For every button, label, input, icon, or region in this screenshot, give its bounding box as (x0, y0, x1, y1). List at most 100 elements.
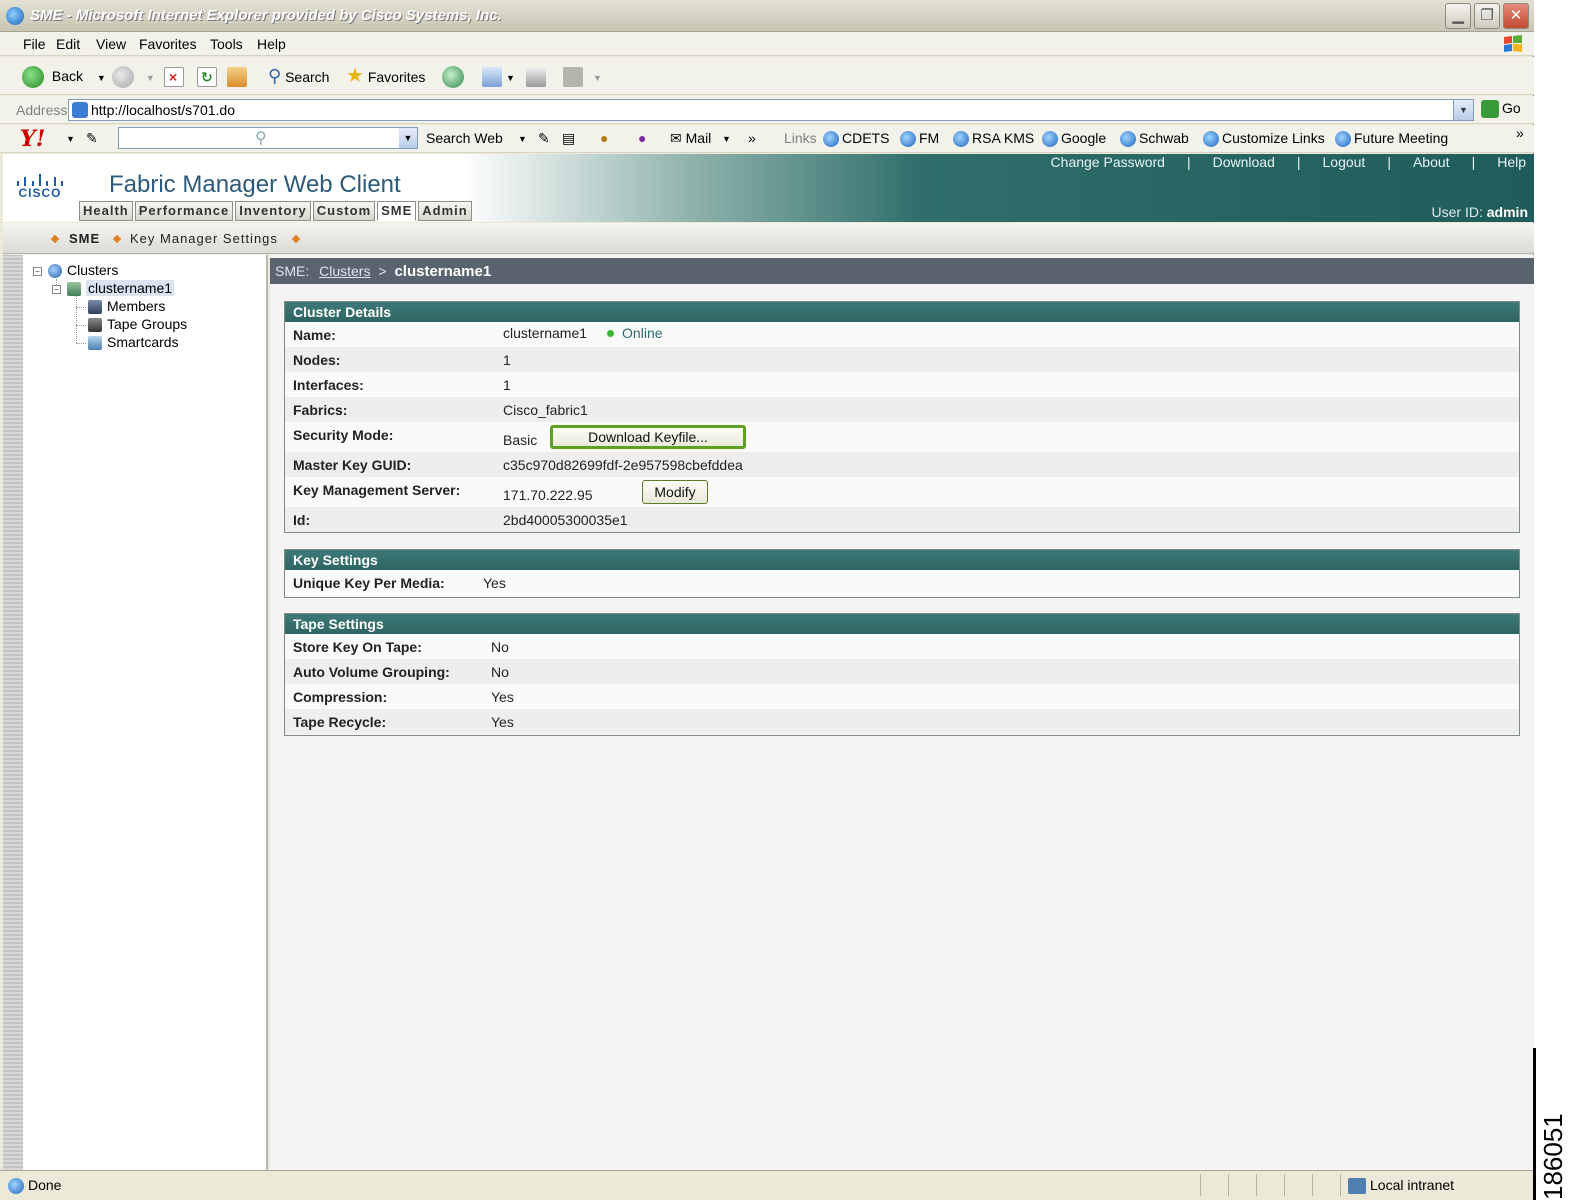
go-button[interactable]: Go (1481, 100, 1521, 119)
download-link[interactable]: Download (1213, 154, 1275, 170)
tree-connector (76, 325, 86, 326)
tab-health[interactable]: Health (79, 201, 133, 221)
menu-view[interactable]: View (96, 36, 126, 52)
tape-settings-section: Tape Settings Store Key On Tape: No Auto… (284, 613, 1520, 736)
tree-label: Tape Groups (107, 316, 188, 332)
logout-link[interactable]: Logout (1323, 154, 1366, 170)
field-label: Security Mode: (293, 427, 394, 443)
address-dropdown-icon[interactable]: ▼ (1453, 100, 1473, 120)
stop-button[interactable]: × (164, 65, 184, 88)
link-google[interactable]: Google (1042, 130, 1107, 148)
home-button[interactable] (227, 65, 247, 88)
user-id-value: admin (1486, 204, 1528, 220)
field-label: Tape Recycle: (293, 714, 387, 730)
highlight-icon[interactable]: ✎ (538, 130, 550, 147)
tab-sme[interactable]: SME (377, 201, 417, 221)
tab-admin[interactable]: Admin (418, 201, 472, 221)
address-label: Address (16, 102, 68, 118)
home-icon (227, 67, 247, 88)
yahoo-search-dropdown-icon[interactable]: ▼ (399, 128, 417, 148)
change-password-link[interactable]: Change Password (1051, 154, 1165, 170)
link-customize-links[interactable]: Customize Links (1203, 130, 1325, 148)
cisco-bars-icon (17, 174, 63, 186)
app-header: CISCO Fabric Manager Web Client Health P… (3, 154, 1534, 222)
minimize-button[interactable]: ▁ (1445, 3, 1471, 29)
link-schwab[interactable]: Schwab (1120, 130, 1189, 148)
link-fm[interactable]: FM (900, 130, 939, 148)
yahoo-logo-icon[interactable]: Y! (20, 126, 45, 152)
form-icon[interactable]: ▤ (562, 130, 575, 147)
modify-button[interactable]: Modify (642, 480, 708, 504)
globe-icon[interactable]: ● (600, 130, 608, 146)
menu-edit[interactable]: Edit (56, 36, 80, 52)
address-input[interactable]: http://localhost/s701.do ▼ (68, 99, 1474, 121)
link-rsa-kms[interactable]: RSA KMS (953, 130, 1034, 148)
tree-connector (76, 295, 77, 343)
yahoo-search-input[interactable]: ⚲ ▼ (118, 127, 418, 149)
menu-tools[interactable]: Tools (210, 36, 243, 52)
subnav-key-manager-settings[interactable]: Key Manager Settings (130, 231, 278, 246)
tree-node-smartcards[interactable]: Smartcards (88, 333, 179, 351)
left-splitter[interactable] (3, 255, 23, 1170)
favorites-label: Favorites (367, 69, 426, 85)
collapse-icon[interactable]: − (52, 284, 61, 294)
figure-number: 186051 (1536, 1050, 1570, 1200)
print-icon (526, 67, 546, 88)
ie-page-icon (900, 131, 916, 148)
pencil-icon[interactable]: ✎ (86, 130, 98, 147)
mail-dropdown-icon[interactable]: ▼ (722, 134, 731, 144)
breadcrumb-clusters-link[interactable]: Clusters (319, 263, 370, 279)
security-zone: Local intranet (1348, 1177, 1455, 1195)
favorites-button[interactable]: ★ Favorites (346, 65, 425, 87)
back-dropdown-icon[interactable]: ▼ (97, 73, 106, 83)
tree-node-clusters[interactable]: − Clusters (33, 261, 118, 279)
edit-page-button[interactable]: ▼ (563, 65, 602, 88)
top-link-separator: | (1471, 154, 1476, 170)
ie-icon (6, 7, 24, 25)
search-button[interactable]: ⚲ Search (268, 65, 329, 87)
yahoo-dropdown-icon[interactable]: ▼ (66, 134, 75, 144)
field-value: Yes (491, 689, 514, 705)
forward-dropdown-icon[interactable]: ▼ (146, 73, 155, 83)
status-bar: Done Local intranet (0, 1170, 1534, 1200)
print-button[interactable] (526, 65, 546, 88)
search-web-dropdown-icon[interactable]: ▼ (518, 134, 527, 144)
tree-node-members[interactable]: Members (88, 297, 165, 315)
tree-node-tape-groups[interactable]: Tape Groups (88, 315, 187, 333)
tab-custom[interactable]: Custom (312, 201, 376, 221)
zone-label: Local intranet (1370, 1177, 1455, 1193)
maximize-button[interactable]: ❐ (1474, 3, 1500, 29)
browser-window: SME - Microsoft Internet Explorer provid… (0, 0, 1534, 1200)
field-label: Nodes: (293, 352, 341, 368)
cisco-logo-text: CISCO (18, 186, 62, 200)
close-button[interactable]: ✕ (1503, 3, 1529, 29)
subnav-sme[interactable]: SME (69, 231, 100, 246)
back-button[interactable]: Back ▼ (22, 65, 106, 89)
address-bar: Address http://localhost/s701.do ▼ Go (0, 96, 1534, 124)
refresh-button[interactable]: ↻ (197, 65, 217, 88)
search-web-button[interactable]: Search Web (426, 130, 503, 146)
link-cdets[interactable]: CDETS (823, 130, 889, 148)
top-link-separator: | (1387, 154, 1391, 170)
links-overflow-icon[interactable]: » (1516, 125, 1524, 141)
about-link[interactable]: About (1413, 154, 1450, 170)
mail-button[interactable]: ▼ (482, 65, 515, 88)
history-button[interactable] (442, 65, 464, 89)
music-icon[interactable]: ● (638, 130, 646, 146)
user-id: User ID: admin (1432, 204, 1528, 220)
menu-help[interactable]: Help (257, 36, 286, 52)
tab-inventory[interactable]: Inventory (235, 201, 311, 221)
link-label: Google (1061, 130, 1107, 146)
link-future-meeting[interactable]: Future Meeting (1335, 130, 1448, 148)
help-link[interactable]: Help (1497, 154, 1526, 170)
top-link-separator: | (1296, 154, 1301, 170)
mail-link[interactable]: ✉ Mail (670, 130, 711, 147)
menu-file[interactable]: File (23, 36, 46, 52)
tab-performance[interactable]: Performance (134, 201, 234, 221)
menu-favorites[interactable]: Favorites (139, 36, 197, 52)
download-keyfile-button[interactable]: Download Keyfile... (550, 425, 746, 449)
forward-button[interactable]: ▼ (112, 65, 155, 89)
tree-node-cluster[interactable]: − clustername1 (52, 279, 175, 297)
more-chevron-icon[interactable]: » (748, 130, 756, 146)
collapse-icon[interactable]: − (33, 266, 42, 276)
